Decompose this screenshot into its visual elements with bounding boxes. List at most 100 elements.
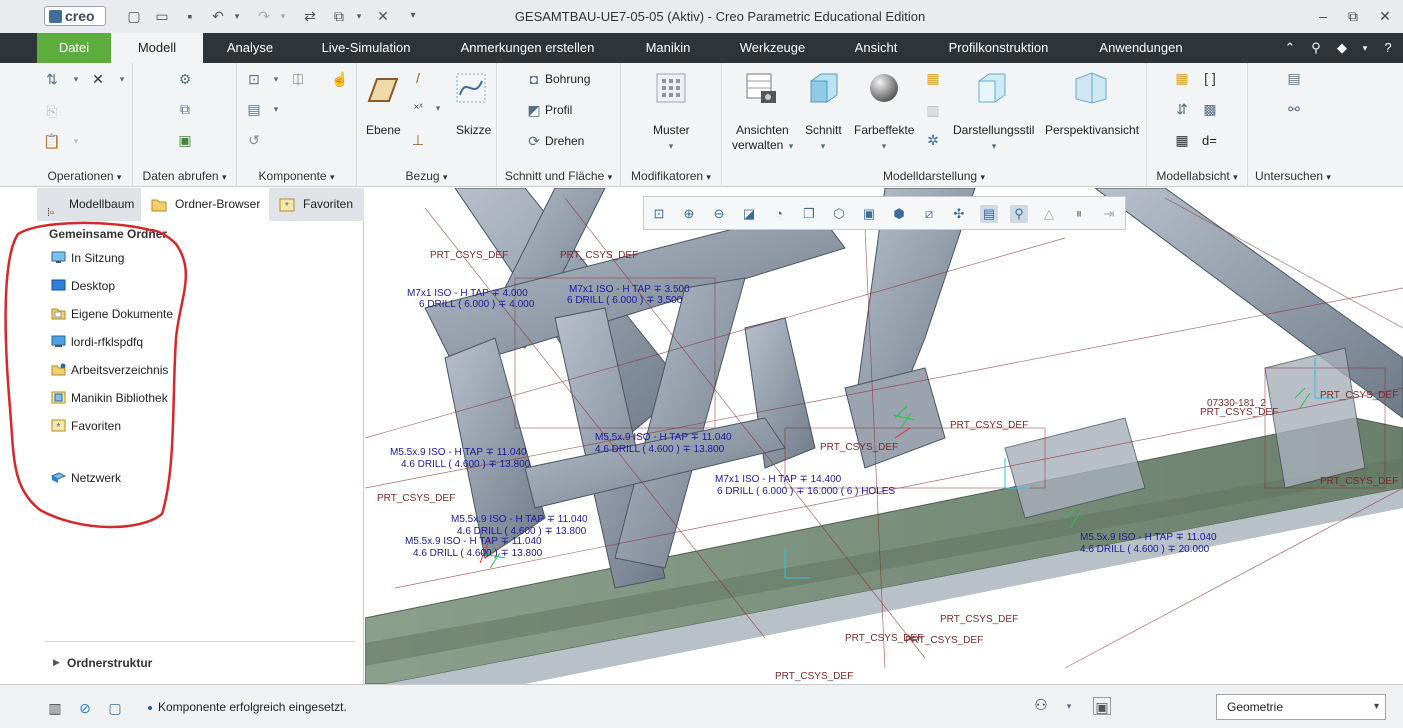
paste-dropdown-icon[interactable]: ▾ <box>67 132 85 150</box>
tab-live-simulation[interactable]: Live-Simulation <box>297 33 435 63</box>
toggle-navigator-icon[interactable]: ▥ <box>46 699 64 717</box>
appearance-icon[interactable] <box>867 71 901 105</box>
folder-desktop[interactable]: Desktop <box>49 276 115 296</box>
refresh-icon[interactable]: ↺ <box>245 131 263 149</box>
pause-icon[interactable]: ⏸ <box>1070 205 1088 223</box>
restore-icon[interactable]: ⧉ <box>1341 6 1365 26</box>
group-label[interactable]: Modelldarstellung ▾ <box>722 169 1146 183</box>
datum-display-icon[interactable]: ✣ <box>950 205 968 223</box>
find-icon[interactable]: ⚇ <box>1032 697 1050 715</box>
annotation-display-icon[interactable]: ▤ <box>980 205 998 223</box>
save-icon[interactable]: ▪ <box>181 7 199 25</box>
folder-computer[interactable]: lordi-rfklspdfq <box>49 332 143 352</box>
hole-icon[interactable]: ◘ <box>525 70 543 88</box>
view-manager-icon[interactable]: ◔ <box>770 205 788 223</box>
spin-center-icon[interactable]: ⚲ <box>1010 205 1028 223</box>
farbeffekte-dropdown-icon[interactable]: ▾ <box>875 137 893 155</box>
group-label[interactable]: Schnitt und Fläche ▾ <box>497 169 620 183</box>
tab-ordner-browser[interactable]: Ordner-Browser <box>141 188 269 221</box>
tab-modellbaum[interactable]: ⁞▫ Modellbaum <box>37 188 141 221</box>
pattern-icon[interactable] <box>654 71 688 105</box>
folder-in-sitzung[interactable]: In Sitzung <box>49 248 124 268</box>
perspective-view-icon[interactable]: ⬢ <box>890 205 908 223</box>
schnitt-label[interactable]: Schnitt <box>805 123 842 137</box>
learning-icon[interactable]: ◆ <box>1334 39 1350 57</box>
csys-icon[interactable]: ⊥ <box>409 131 427 149</box>
family-table-icon[interactable]: ▦ <box>1173 69 1191 87</box>
group-label[interactable]: Untersuchen ▾ <box>1248 169 1338 183</box>
repeat-icon[interactable]: ⎅ <box>289 70 307 88</box>
perspective-icon[interactable] <box>1074 71 1108 105</box>
view-manager-camera-icon[interactable]: ▣ <box>860 205 878 223</box>
orient-icon[interactable]: ✲ <box>924 131 942 149</box>
bohrung-label[interactable]: Bohrung <box>545 72 590 86</box>
parameters-icon[interactable]: [ ] <box>1201 69 1219 87</box>
reference-viewer-icon[interactable]: ⚯ <box>1285 100 1303 118</box>
display-settings-icon[interactable]: ▦ <box>924 69 942 87</box>
tab-analyse[interactable]: Analyse <box>203 33 297 63</box>
tab-modell[interactable]: Modell <box>111 33 203 63</box>
tab-manikin[interactable]: Manikin <box>620 33 716 63</box>
assemble-icon[interactable]: ⊡ <box>245 70 263 88</box>
farbeffekte-label[interactable]: Farbeffekte <box>854 123 914 137</box>
delete-dropdown-icon[interactable]: ▾ <box>113 70 131 88</box>
section-view-icon[interactable]: ⧄ <box>920 205 938 223</box>
darstellungsstil-dropdown-icon[interactable]: ▾ <box>985 137 1003 155</box>
sketch-icon[interactable] <box>454 71 488 105</box>
group-label[interactable]: Operationen ▾ <box>37 169 132 183</box>
zoom-out-icon[interactable]: ⊖ <box>710 205 728 223</box>
undo-icon[interactable]: ↶ <box>209 7 227 25</box>
group-label[interactable]: Bezug ▾ <box>357 169 496 183</box>
switch-dimensions-icon[interactable]: ⇵ <box>1173 100 1191 118</box>
undo-dropdown-icon[interactable]: ▾ <box>228 7 246 25</box>
drag-components-icon[interactable]: ☝ <box>331 70 349 88</box>
learning-dropdown-icon[interactable]: ▾ <box>1357 39 1373 57</box>
verwalten-dropdown-icon[interactable]: ▾ <box>782 137 800 155</box>
open-icon[interactable]: ▭ <box>153 7 171 25</box>
folder-tree-section[interactable]: ▶ Ordnerstruktur <box>45 641 355 681</box>
regenerate-icon[interactable]: ⇅ <box>43 70 61 88</box>
user-defined-feature-icon[interactable]: ⚙ <box>176 70 194 88</box>
close-window-icon[interactable]: ✕ <box>374 7 392 25</box>
point-dropdown-icon[interactable]: ▾ <box>429 99 447 117</box>
group-label[interactable]: Modellabsicht ▾ <box>1147 169 1247 183</box>
delete-icon[interactable]: ✕ <box>89 70 107 88</box>
zoom-in-icon[interactable]: ⊕ <box>680 205 698 223</box>
refit-icon[interactable]: ⊡ <box>650 205 668 223</box>
model-info-icon[interactable]: ▤ <box>1285 69 1303 87</box>
find-dropdown-icon[interactable]: ▾ <box>1060 697 1078 715</box>
collapse-ribbon-icon[interactable]: ⌃ <box>1282 39 1298 57</box>
creo-logo[interactable]: creo <box>44 6 106 26</box>
section-icon[interactable] <box>807 71 841 105</box>
minimize-icon[interactable]: – <box>1311 6 1335 26</box>
folder-favoriten[interactable]: * Favoriten <box>49 416 121 436</box>
tab-werkzeuge[interactable]: Werkzeuge <box>716 33 829 63</box>
folder-eigene-dokumente[interactable]: Eigene Dokumente <box>49 304 173 324</box>
regenerate-icon[interactable]: ⇄ <box>301 7 319 25</box>
geometry-filter-select[interactable]: Geometrie ▾ <box>1216 694 1386 720</box>
new-icon[interactable]: ▢ <box>125 7 143 25</box>
redo-dropdown-icon[interactable]: ▾ <box>274 7 292 25</box>
revolve-icon[interactable]: ⟳ <box>525 132 543 150</box>
point-icon[interactable]: ×ˣ <box>409 99 427 117</box>
relations-label[interactable]: d= <box>1202 133 1217 148</box>
copy-icon[interactable]: ⎘ <box>43 102 61 120</box>
paste-icon[interactable]: 📋 <box>43 132 61 150</box>
skip-icon[interactable]: ⇥ <box>1100 205 1118 223</box>
folder-netzwerk[interactable]: Netzwerk <box>49 468 121 488</box>
profil-label[interactable]: Profil <box>545 103 572 117</box>
group-label[interactable]: Daten abrufen ▾ <box>133 169 236 183</box>
tab-datei[interactable]: Datei <box>37 33 111 63</box>
axis-icon[interactable]: / <box>409 69 427 87</box>
window-icon[interactable]: ⧉ <box>330 7 348 25</box>
repaint-icon[interactable]: ◪ <box>740 205 758 223</box>
tab-profilkonstruktion[interactable]: Profilkonstruktion <box>923 33 1074 63</box>
darstellungsstil-label[interactable]: Darstellungsstil <box>953 123 1034 137</box>
toggle-browser-icon[interactable]: ⊘ <box>76 699 94 717</box>
saved-orientations-icon[interactable]: ⬡ <box>830 205 848 223</box>
muster-dropdown-icon[interactable]: ▾ <box>662 137 680 155</box>
window-dropdown-icon[interactable]: ▾ <box>350 7 368 25</box>
regenerate-dropdown-icon[interactable]: ▾ <box>67 70 85 88</box>
perspektivansicht-label[interactable]: Perspektivansicht <box>1045 123 1139 137</box>
tab-anmerkungen-erstellen[interactable]: Anmerkungen erstellen <box>435 33 620 63</box>
